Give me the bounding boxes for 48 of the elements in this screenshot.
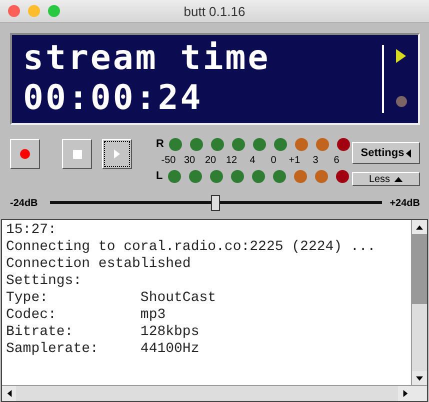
vertical-scrollbar[interactable]	[411, 220, 427, 385]
log-value: 44100Hz	[140, 341, 200, 358]
log-line: Connection established	[6, 256, 191, 273]
scale-label: 12	[224, 154, 238, 166]
window-title: butt 0.1.16	[184, 4, 246, 18]
horizontal-scrollbar[interactable]	[2, 385, 427, 401]
less-button[interactable]: Less	[352, 172, 420, 186]
log-line: Type:	[6, 290, 50, 307]
scale-label: 20	[204, 154, 218, 166]
play-button[interactable]	[102, 139, 132, 169]
log-line: Connecting to coral.radio.co:2225 (2224) ...	[6, 239, 376, 256]
status-dot-icon	[396, 96, 406, 107]
log-line: Codec:	[6, 307, 58, 324]
record-button[interactable]	[10, 139, 40, 169]
scale-label: 6	[332, 154, 340, 166]
record-icon	[20, 149, 30, 159]
log-value: mp3	[140, 307, 166, 324]
scroll-left-icon[interactable]	[6, 390, 12, 397]
min-gain-label: -24dB	[10, 198, 39, 208]
play-icon	[114, 149, 120, 159]
scroll-right-icon[interactable]	[402, 390, 408, 397]
max-gain-label: +24dB	[388, 198, 420, 208]
caret-icon	[394, 176, 404, 182]
scroll-up-icon[interactable]	[416, 224, 423, 230]
caret-icon	[406, 148, 412, 158]
log-line: 15:27:	[6, 222, 58, 239]
play-indicator-icon	[396, 49, 406, 63]
stop-button[interactable]	[62, 139, 92, 169]
stream-time: 00:00:24	[23, 78, 204, 118]
log-line: Samplerate:	[6, 341, 100, 358]
channel-label: L	[156, 170, 163, 182]
settings-button[interactable]: Settings	[352, 142, 420, 164]
slider-thumb[interactable]	[211, 195, 220, 211]
display-label: stream time	[23, 38, 272, 78]
scale-label: 4	[248, 154, 256, 166]
scrollbar-corner	[412, 386, 427, 401]
scroll-down-icon[interactable]	[416, 376, 423, 380]
scale-label: 30	[182, 154, 196, 166]
scale-label: -50	[160, 154, 177, 166]
log-line: Bitrate:	[6, 324, 74, 341]
log-value: ShoutCast	[140, 290, 216, 307]
log-line: Settings:	[6, 273, 83, 290]
scale-label: +1	[288, 154, 302, 166]
stop-icon	[72, 150, 82, 158]
scale-label: 0	[270, 154, 278, 166]
scale-label: 3	[312, 154, 320, 166]
log-value: 128kbps	[140, 324, 200, 341]
channel-label: R	[156, 138, 164, 150]
